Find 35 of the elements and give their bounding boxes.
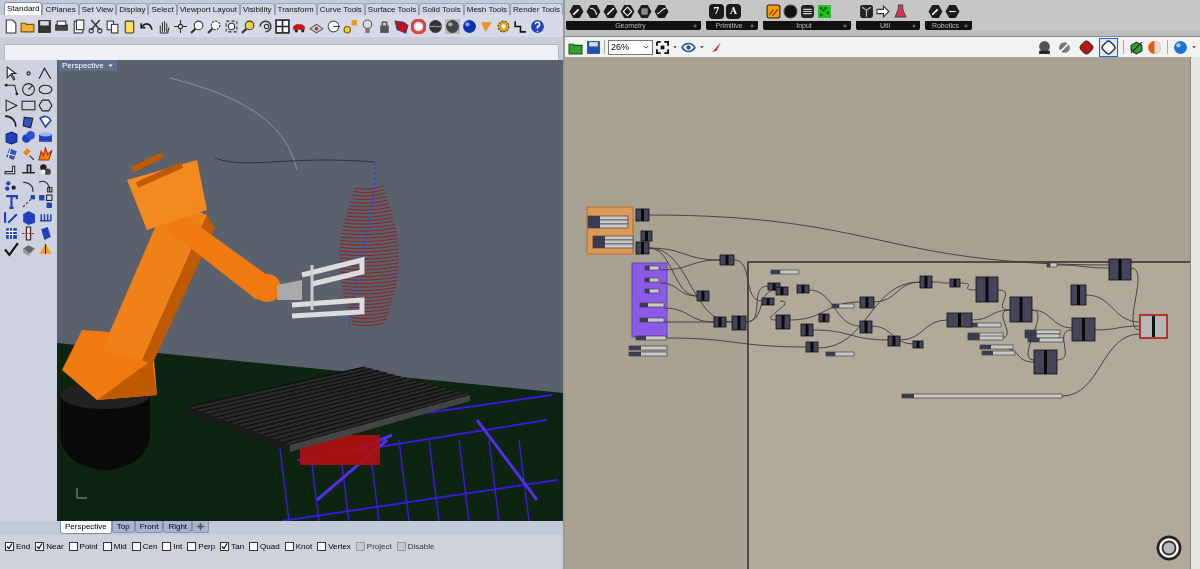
viewport-title-bar[interactable]: Perspective: [59, 60, 117, 71]
viewport-tab[interactable]: Top: [111, 521, 135, 533]
toolbar-tab[interactable]: Select: [148, 3, 177, 15]
toolbar-tab[interactable]: Render Tools: [510, 3, 563, 15]
toolbar-tab[interactable]: Viewport Layout: [176, 3, 240, 15]
zoom-select[interactable]: 26%: [608, 39, 653, 55]
osnap-label: End: [16, 540, 31, 553]
osnap-label: Point: [79, 540, 98, 553]
component-button[interactable]: 7: [709, 4, 724, 19]
osnap-label: Knot: [295, 540, 313, 553]
osnap-label: Project: [366, 540, 392, 553]
toolbar-tab[interactable]: Standard: [4, 2, 43, 15]
osnap-label: Quad: [260, 540, 280, 553]
osnap-label: Disable: [407, 540, 435, 553]
toolbar-tab[interactable]: Curve Tools: [316, 3, 365, 15]
osnap-label: Mid: [113, 540, 127, 553]
viewport-title: Perspective: [62, 60, 104, 71]
viewport-tab[interactable]: Front: [134, 521, 164, 533]
toolbar-tab[interactable]: CPlanes: [42, 3, 79, 15]
toolbar-tab[interactable]: Surface Tools: [364, 3, 420, 15]
osnap-label: Tan: [231, 540, 245, 553]
toolbar-tab[interactable]: Solid Tools: [419, 3, 464, 15]
toolbar-tab[interactable]: Visibility: [239, 3, 275, 15]
toolbar-tab[interactable]: Transform: [274, 3, 317, 15]
osnap-label: Near: [46, 540, 64, 553]
osnap-label: Perp: [198, 540, 216, 553]
component-button[interactable]: A: [726, 4, 741, 19]
osnap-label: Cen: [142, 540, 158, 553]
osnap-label: Int: [173, 540, 183, 553]
viewport-tab[interactable]: Right: [163, 521, 193, 533]
toolbar-tab[interactable]: Set View: [78, 3, 117, 15]
osnap-label: Vertex: [328, 540, 351, 553]
viewport-tab[interactable]: Perspective: [60, 521, 112, 534]
toolbar-tab[interactable]: Mesh Tools: [463, 3, 511, 15]
toolbar-tab[interactable]: Display: [116, 3, 149, 15]
